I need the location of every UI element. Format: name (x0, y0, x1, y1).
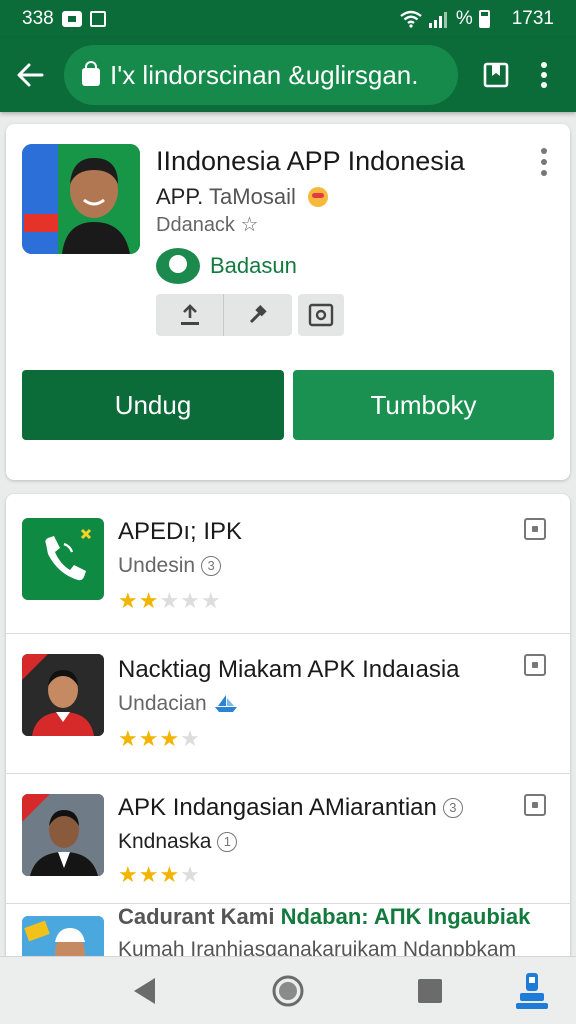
stars-empty: ★★★ (159, 588, 222, 613)
nav-accessibility-button[interactable] (512, 971, 552, 1011)
wifi-icon (400, 10, 422, 28)
app-icon-image (22, 144, 140, 254)
heart-eyes-emoji-icon (307, 187, 328, 207)
list-item-icon (22, 654, 104, 736)
developer-name: Ddanack ☆ (156, 212, 258, 237)
list-item-subtitle: Undesin 3 (118, 554, 222, 578)
list-item-subtitle: Undacian (118, 692, 239, 716)
battery-icon (478, 10, 490, 28)
list-item-title-text: APK Indangasian AMiarantian (118, 794, 437, 821)
action-chips (156, 294, 344, 336)
list-item-subtitle-text: Kndnaska (118, 830, 212, 853)
navigation-bar (0, 956, 576, 1024)
stars-filled: ★★★ (118, 726, 181, 751)
rating-stars: ★★★★ (118, 862, 201, 888)
info-badge: 1 (217, 832, 238, 852)
list-item[interactable]: APEDı; IPK Undesin 3 ★★★★★ (6, 494, 570, 634)
back-button[interactable] (0, 45, 60, 105)
lock-icon (82, 61, 100, 86)
nav-accessibility-icon (516, 973, 548, 1009)
user-badge-icon (156, 248, 200, 284)
url-bar[interactable]: I'x lindorscinan &uglirsgan. (64, 45, 458, 105)
phone-icon (45, 528, 92, 581)
list-item-subtitle-text: Undacian (118, 692, 207, 715)
more-vert-icon (541, 62, 547, 88)
status-time: 1731 (511, 8, 554, 29)
list-item-title: APEDı; IPK (118, 518, 243, 545)
image-notification-icon (89, 11, 106, 27)
ship-icon (214, 695, 237, 712)
nav-home-button[interactable] (268, 971, 308, 1011)
list-item-title-a: Cadurant Kami (118, 904, 275, 929)
nav-back-button[interactable] (124, 971, 164, 1011)
bookmark-button[interactable] (468, 45, 524, 105)
nav-recents-button[interactable] (410, 971, 450, 1011)
list-item-subtitle: Kndnaska 1 (118, 830, 238, 854)
install-icon[interactable] (524, 654, 546, 676)
nav-home-icon (272, 975, 304, 1007)
app-avatar-image (22, 794, 104, 876)
app-icon[interactable] (22, 144, 140, 254)
list-item-title-b: Ndaban: AΠK Ingaubiak (280, 904, 531, 929)
list-item-icon (22, 518, 104, 600)
secondary-button[interactable]: Tumboky (293, 370, 554, 440)
nav-recents-icon (418, 979, 442, 1003)
toolbar: I'x lindorscinan &uglirsgan. (0, 38, 576, 112)
download-button[interactable]: Undug (22, 370, 284, 440)
hammer-icon (249, 305, 267, 324)
stars-filled: ★★★ (118, 862, 181, 887)
stars-empty: ★ (180, 726, 201, 751)
camera-icon (308, 303, 334, 327)
badge-label: Badasun (210, 253, 297, 278)
star-outline-icon: ☆ (240, 214, 259, 236)
tools-chip[interactable] (224, 294, 292, 336)
list-item[interactable]: Cadurant Kami Ndaban: AΠK Ingaubiak Kuma… (6, 904, 570, 964)
app-subtitle-b: TaMosail (209, 184, 296, 209)
rating-stars: ★★★★ (118, 726, 201, 752)
list-item[interactable]: APK Indangasian AMiarantian 3 Kndnaska 1 ★… (6, 774, 570, 904)
screenshot-chip[interactable] (298, 294, 344, 336)
app-subtitle-a: APP. (156, 184, 204, 209)
app-details-card: IIndonesia APP Indonesia APP. TaMosail D… (6, 124, 570, 480)
rating-stars: ★★★★★ (118, 588, 222, 614)
list-item-subtitle-text: Undesin (118, 554, 196, 577)
back-arrow-icon (17, 63, 44, 87)
list-item-icon (22, 794, 104, 876)
developer-label: Ddanack (156, 214, 235, 236)
bookmark-icon (483, 62, 509, 88)
download-icon (180, 304, 199, 325)
list-item-title: APK Indangasian AMiarantian 3 (118, 794, 463, 822)
related-apps-list: APEDı; IPK Undesin 3 ★★★★★ Nacktiag Miaka… (6, 494, 570, 964)
signal-icon (428, 12, 447, 28)
list-item-title: Nacktiag Miakam APK Indaıasia (118, 656, 460, 683)
url-text: I'x lindorscinan &uglirsgan. (110, 59, 419, 90)
status-left-text: 338 (22, 8, 54, 29)
list-item[interactable]: Nacktiag Miakam APK Indaıasia Undacian ★… (6, 634, 570, 774)
app-avatar-image (22, 654, 104, 736)
install-icon[interactable] (524, 518, 546, 540)
overflow-menu-button[interactable] (524, 45, 564, 105)
notification-icon (61, 11, 82, 27)
status-bar: 338 % 1731 (0, 0, 576, 38)
stars-filled: ★★ (118, 588, 160, 613)
card-more-icon[interactable] (540, 148, 548, 176)
app-subtitle: APP. TaMosail (156, 184, 328, 210)
install-icon[interactable] (524, 794, 546, 816)
list-item-title: Cadurant Kami Ndaban: AΠK Ingaubiak (118, 904, 530, 930)
badge-row: Badasun (156, 248, 297, 284)
nav-back-icon (134, 978, 155, 1004)
count-badge: 3 (201, 556, 222, 576)
percent-symbol: % (455, 8, 473, 29)
app-title: IIndonesia APP Indonesia (156, 146, 465, 176)
download-chip[interactable] (156, 294, 224, 336)
count-badge: 3 (442, 798, 463, 818)
stars-empty: ★ (180, 862, 201, 887)
